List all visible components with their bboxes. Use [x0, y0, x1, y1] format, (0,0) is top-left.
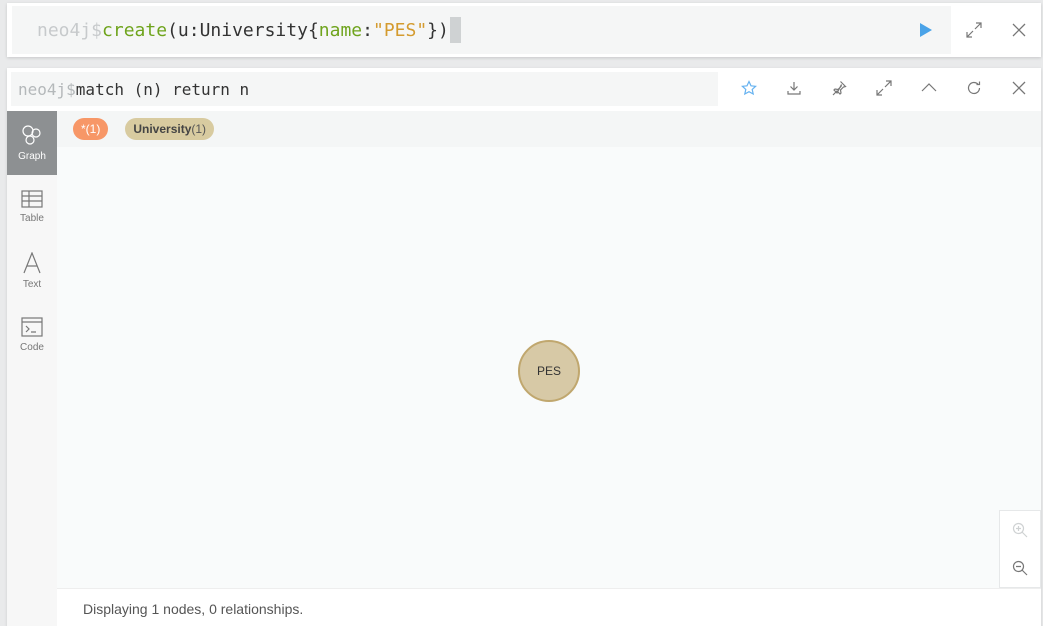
zoom-controls: [999, 510, 1041, 588]
legend-bar: *(1) University (1): [57, 111, 1041, 147]
table-icon: [21, 190, 43, 208]
text-view-tab[interactable]: Text: [7, 239, 57, 303]
editor-prompt: neo4j$: [37, 19, 103, 41]
text-cursor: [449, 17, 461, 43]
chevron-up-icon: [921, 83, 936, 92]
frame-query: match (n) return n: [75, 79, 250, 99]
result-frame: neo4j$ match (n) return n Graph Table Te…: [7, 68, 1041, 626]
all-nodes-pill[interactable]: *(1): [73, 118, 109, 140]
table-view-tab[interactable]: Table: [7, 175, 57, 239]
graph-node[interactable]: PES: [518, 340, 580, 402]
graph-view-tab[interactable]: Graph: [7, 111, 57, 175]
zoom-in-icon: [1012, 522, 1028, 538]
frame-close-button[interactable]: [996, 68, 1041, 108]
query-property: name: [318, 19, 363, 41]
editor-frame: neo4j$ create (u:University{name: "PES"}): [7, 3, 1041, 57]
zoom-out-button[interactable]: [1012, 560, 1028, 576]
graph-canvas[interactable]: *(1) University (1) PES: [57, 111, 1041, 588]
rerun-button[interactable]: [951, 68, 996, 108]
query-pattern-open: (u:University{: [167, 19, 319, 41]
star-icon: [740, 80, 757, 96]
close-icon: [1012, 81, 1025, 95]
query-colon: :: [362, 19, 373, 41]
table-view-label: Table: [20, 213, 44, 224]
query-keyword: create: [102, 19, 168, 41]
refresh-icon: [967, 81, 980, 95]
query-pattern-close: }): [427, 19, 449, 41]
expand-icon: [965, 22, 982, 38]
favorite-button[interactable]: [726, 68, 771, 108]
frame-prompt: neo4j$: [18, 79, 76, 99]
pin-icon: [832, 81, 847, 96]
code-icon: [21, 317, 43, 337]
close-icon: [1012, 23, 1025, 37]
university-label-pill[interactable]: University (1): [125, 118, 215, 140]
view-sidebar: Graph Table Text Code: [7, 111, 57, 626]
frame-fullscreen-button[interactable]: [861, 68, 906, 108]
editor-fullscreen-button[interactable]: [951, 3, 996, 57]
graph-view-label: Graph: [18, 151, 46, 162]
download-icon: [786, 82, 801, 95]
expand-icon: [875, 80, 892, 96]
status-text: Displaying 1 nodes, 0 relationships.: [83, 600, 304, 617]
university-label-count: (1): [191, 122, 207, 136]
export-button[interactable]: [771, 68, 816, 108]
query-editor[interactable]: neo4j$ create (u:University{name: "PES"}): [12, 6, 947, 54]
text-view-label: Text: [22, 279, 42, 290]
play-icon: [920, 23, 932, 37]
graph-icon: [22, 125, 41, 145]
code-view-label: Code: [20, 342, 44, 353]
collapse-button[interactable]: [906, 68, 951, 108]
pin-button[interactable]: [816, 68, 861, 108]
zoom-out-icon: [1012, 560, 1028, 576]
query-string-value: "PES": [372, 19, 428, 41]
frame-command[interactable]: neo4j$ match (n) return n: [11, 72, 718, 106]
run-button[interactable]: [901, 6, 951, 54]
text-icon: [23, 252, 41, 274]
zoom-in-button[interactable]: [1012, 522, 1028, 538]
node-caption: PES: [536, 364, 561, 378]
code-view-tab[interactable]: Code: [7, 303, 57, 367]
university-label-name: University: [133, 122, 192, 136]
status-bar: Displaying 1 nodes, 0 relationships.: [57, 588, 1041, 626]
editor-close-button[interactable]: [996, 3, 1041, 57]
